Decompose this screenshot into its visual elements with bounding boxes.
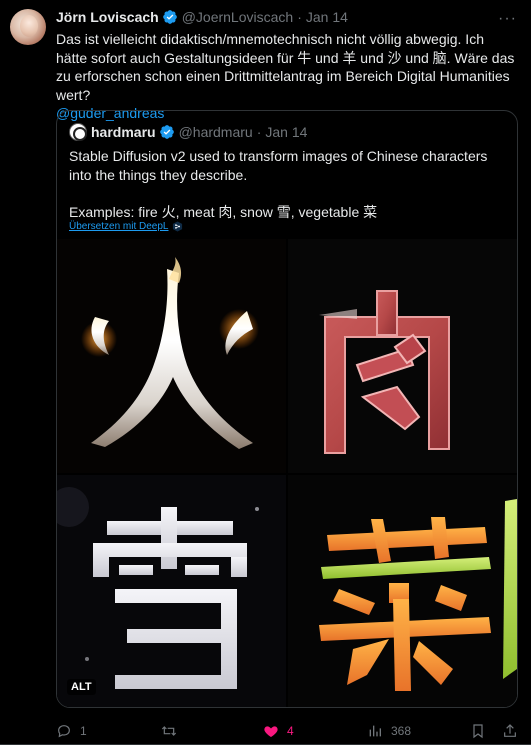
more-icon[interactable]: ··· <box>498 10 517 28</box>
quote-author-name[interactable]: hardmaru <box>91 124 156 140</box>
author-avatar[interactable] <box>10 9 46 45</box>
alt-badge[interactable]: ALT <box>67 679 96 695</box>
author-handle[interactable]: @JoernLoviscach <box>182 9 294 25</box>
fire-image <box>57 239 287 474</box>
reply-count: 1 <box>80 724 87 738</box>
views-button[interactable]: 368 <box>367 722 411 740</box>
quote-line-2: Examples: fire 火, meat 肉, snow 雪, vegeta… <box>69 203 378 220</box>
author-name[interactable]: Jörn Loviscach <box>56 9 159 25</box>
action-bar: 1 4 368 <box>56 722 518 740</box>
tweet[interactable]: Jörn Loviscach @JoernLoviscach · Jan 14 … <box>0 0 531 745</box>
snow-image <box>57 474 287 707</box>
verified-badge-icon <box>159 125 174 139</box>
quote-author-handle[interactable]: @hardmaru <box>179 124 253 140</box>
like-button[interactable]: 4 <box>263 722 294 740</box>
verified-badge-icon <box>162 10 177 24</box>
quote-line-1: Stable Diffusion v2 used to transform im… <box>69 148 488 183</box>
quoted-tweet[interactable]: hardmaru @hardmaru · Jan 14 Stable Diffu… <box>56 110 518 708</box>
reply-button[interactable]: 1 <box>56 722 87 740</box>
retweet-button[interactable] <box>161 722 185 740</box>
views-icon <box>369 725 381 737</box>
views-count: 368 <box>391 724 412 738</box>
quote-time[interactable]: Jan 14 <box>265 124 307 140</box>
tweet-body: Das ist vielleicht didaktisch/mnemotechn… <box>56 31 515 103</box>
retweet-icon <box>161 726 177 736</box>
deepl-icon <box>172 221 182 232</box>
media-grid[interactable]: ALT <box>57 239 517 708</box>
tweet-time[interactable]: Jan 14 <box>306 9 348 25</box>
bookmark-button[interactable] <box>470 722 486 740</box>
separator-dot: · <box>297 9 302 25</box>
tweet-text: Das ist vielleicht didaktisch/mnemotechn… <box>56 30 518 123</box>
media-image[interactable] <box>57 239 517 708</box>
translate-label[interactable]: Übersetzen mit DeepL <box>69 221 169 232</box>
heart-icon <box>264 726 278 737</box>
share-button[interactable] <box>502 722 518 740</box>
quote-header: hardmaru @hardmaru · Jan 14 <box>69 123 307 141</box>
separator-dot: · <box>256 124 262 140</box>
translate-link[interactable]: Übersetzen mit DeepL <box>69 221 183 232</box>
quote-avatar[interactable] <box>69 123 87 141</box>
meat-image <box>287 239 517 474</box>
share-icon <box>504 724 516 737</box>
bookmark-icon <box>473 724 483 739</box>
tweet-header: Jörn Loviscach @JoernLoviscach · Jan 14 <box>56 8 348 26</box>
reply-icon <box>58 725 70 738</box>
vegetable-image <box>287 474 517 707</box>
like-count: 4 <box>287 724 294 738</box>
